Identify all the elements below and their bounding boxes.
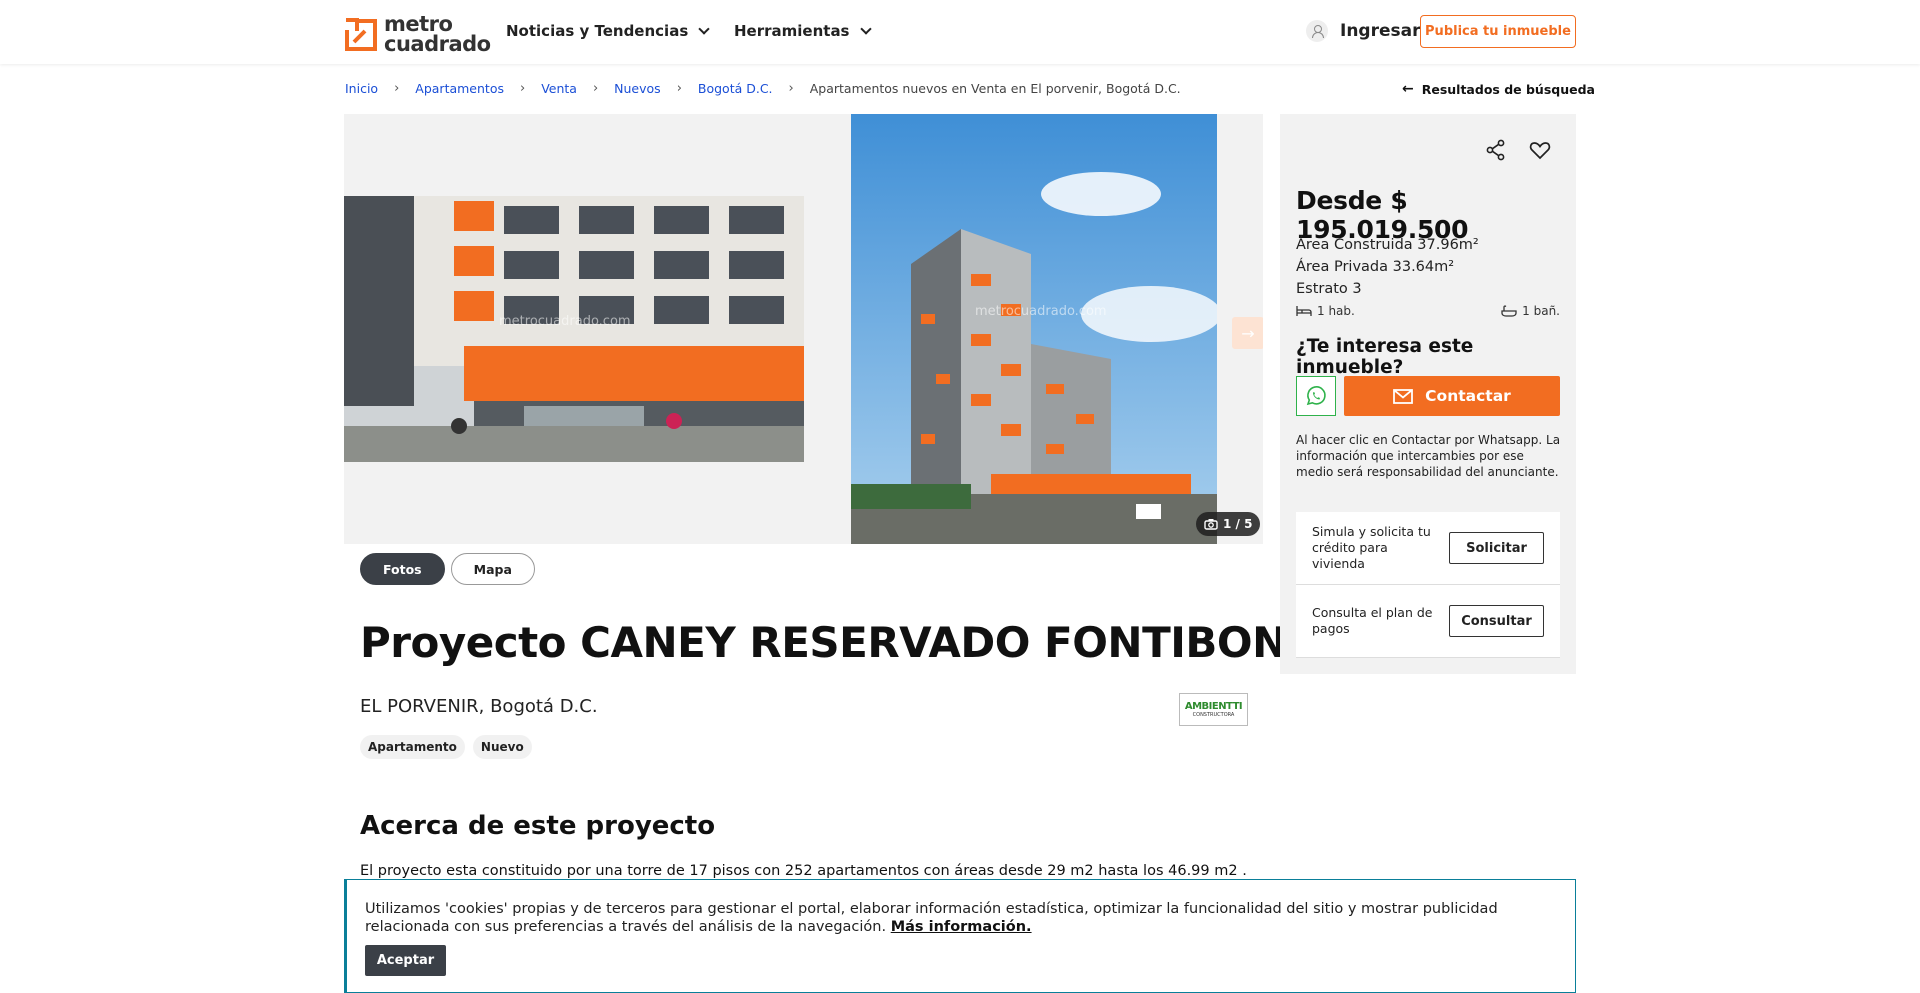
watermark-text: metrocuadrado.com: [975, 304, 1107, 319]
building-photo-2[interactable]: metrocuadrado.com: [851, 114, 1217, 544]
heart-icon[interactable]: [1528, 138, 1552, 162]
price-sidebar: Desde $ 195.019.500 Área Construida 37.9…: [1280, 114, 1576, 674]
builder-logo-sub: CONSTRUCTORA: [1192, 712, 1235, 718]
whatsapp-disclaimer: Al hacer clic en Contactar por Whatsapp.…: [1296, 433, 1561, 479]
watermark-text: metrocuadrado.com: [499, 314, 631, 329]
metrocuadrado-logo[interactable]: metro cuadrado: [344, 12, 491, 56]
whatsapp-button[interactable]: [1296, 376, 1336, 416]
breadcrumb-separator: ›: [394, 81, 400, 96]
breadcrumb-inicio[interactable]: Inicio: [345, 81, 378, 96]
area-private: Área Privada 33.64m²: [1296, 259, 1455, 275]
accept-cookies-button[interactable]: Aceptar: [365, 945, 446, 976]
chevron-down-icon: [698, 22, 710, 35]
breadcrumb-separator: ›: [519, 81, 526, 96]
breadcrumb-bogota[interactable]: Bogotá D.C.: [698, 81, 773, 96]
nav-noticias-label: Noticias y Tendencias: [506, 22, 689, 40]
breadcrumb-separator: ›: [788, 81, 794, 96]
area-built: Área Construida 37.96m²: [1296, 237, 1479, 253]
payment-plan-row: Consulta el plan de pagos Consultar: [1296, 585, 1560, 658]
gallery-next-button[interactable]: →: [1232, 317, 1263, 349]
credit-simulation-row: Simula y solicita tu crédito para vivien…: [1296, 512, 1560, 585]
builder-logo-name: AMBIENTTI: [1184, 701, 1243, 712]
arrow-right-icon: →: [1241, 323, 1255, 343]
project-location: EL PORVENIR, Bogotá D.C.: [360, 696, 598, 717]
credit-simulation-text: Simula y solicita tu crédito para vivien…: [1312, 524, 1431, 571]
share-icon[interactable]: [1484, 138, 1508, 162]
mail-icon: [1393, 388, 1414, 404]
breadcrumb-separator: ›: [676, 81, 682, 96]
interest-heading: ¿Te interesa este inmueble?: [1296, 336, 1474, 378]
stratum: Estrato 3: [1296, 281, 1362, 297]
nav-herramientas[interactable]: Herramientas: [734, 22, 872, 40]
logo-mark-icon: [344, 16, 378, 52]
credit-options: Simula y solicita tu crédito para vivien…: [1296, 512, 1560, 658]
login-label: Ingresar: [1340, 21, 1421, 41]
breadcrumb-current: Apartamentos nuevos en Venta en El porve…: [809, 81, 1181, 96]
publish-property-button[interactable]: Publica tu inmueble: [1420, 15, 1576, 48]
cookie-banner: Utilizamos 'cookies' propias y de tercer…: [344, 879, 1576, 993]
consultar-button[interactable]: Consultar: [1449, 605, 1544, 637]
bed-icon: [1296, 306, 1312, 316]
building-photo-1[interactable]: metrocuadrado.com: [344, 196, 804, 462]
media-tabs: Fotos Mapa: [360, 553, 535, 585]
logo-text-metro: metro: [384, 12, 453, 36]
tab-fotos[interactable]: Fotos: [360, 553, 445, 585]
camera-icon: [1204, 519, 1218, 530]
solicitar-button[interactable]: Solicitar: [1449, 532, 1544, 564]
nav-noticias[interactable]: Noticias y Tendencias: [506, 22, 710, 40]
property-tags: Apartamento Nuevo: [360, 735, 532, 759]
arrow-left-icon: ←: [1402, 81, 1414, 97]
user-icon: [1306, 20, 1328, 42]
breadcrumb-separator: ›: [592, 81, 599, 96]
about-description: El proyecto esta constituido por una tor…: [360, 863, 1248, 879]
contact-button[interactable]: Contactar: [1344, 376, 1560, 416]
payment-plan-text: Consulta el plan de pagos: [1312, 605, 1433, 636]
bathtub-icon: [1501, 305, 1517, 317]
cookie-more-info-link[interactable]: Más información.: [891, 919, 1032, 935]
photo-counter-badge: 1 / 5: [1196, 512, 1261, 536]
bedrooms-count: 1 hab.: [1317, 304, 1355, 318]
nav-herramientas-label: Herramientas: [734, 22, 850, 40]
project-title: Proyecto CANEY RESERVADO FONTIBON: [360, 618, 1287, 667]
bathrooms-count: 1 bañ.: [1522, 304, 1560, 318]
chevron-down-icon: [859, 22, 872, 35]
tag-apartamento: Apartamento: [360, 735, 465, 759]
property-specs: Área Construida 37.96m² Área Privada 33.…: [1296, 234, 1479, 300]
whatsapp-icon: [1306, 386, 1326, 406]
builder-logo[interactable]: AMBIENTTI CONSTRUCTORA: [1179, 693, 1248, 726]
back-to-results-link[interactable]: ← Resultados de búsqueda: [1402, 81, 1595, 97]
bedrooms: 1 hab.: [1296, 304, 1355, 318]
breadcrumb-apartamentos[interactable]: Apartamentos: [415, 81, 504, 96]
cookie-text: Utilizamos 'cookies' propias y de tercer…: [365, 900, 1555, 936]
about-heading: Acerca de este proyecto: [360, 811, 716, 841]
tab-mapa[interactable]: Mapa: [450, 553, 535, 585]
breadcrumb-nuevos[interactable]: Nuevos: [614, 81, 661, 96]
breadcrumb-venta[interactable]: Venta: [541, 81, 577, 96]
photo-gallery[interactable]: metrocuadrado.com metrocuadrado.com → 1 …: [344, 114, 1263, 544]
contact-button-label: Contactar: [1425, 387, 1511, 405]
site-header: metro cuadrado Noticias y Tendencias Her…: [0, 0, 1920, 64]
login-link[interactable]: Ingresar: [1306, 20, 1420, 42]
logo-text-cuadrado: cuadrado: [384, 32, 491, 56]
bathrooms: 1 bañ.: [1501, 304, 1560, 318]
rooms-summary: 1 hab. 1 bañ.: [1296, 304, 1560, 318]
tag-nuevo: Nuevo: [472, 735, 532, 759]
photo-counter-text: 1 / 5: [1223, 517, 1253, 531]
back-to-results-label: Resultados de búsqueda: [1421, 81, 1595, 97]
breadcrumb: Inicio › Apartamentos › Venta › Nuevos ›…: [345, 81, 1181, 96]
